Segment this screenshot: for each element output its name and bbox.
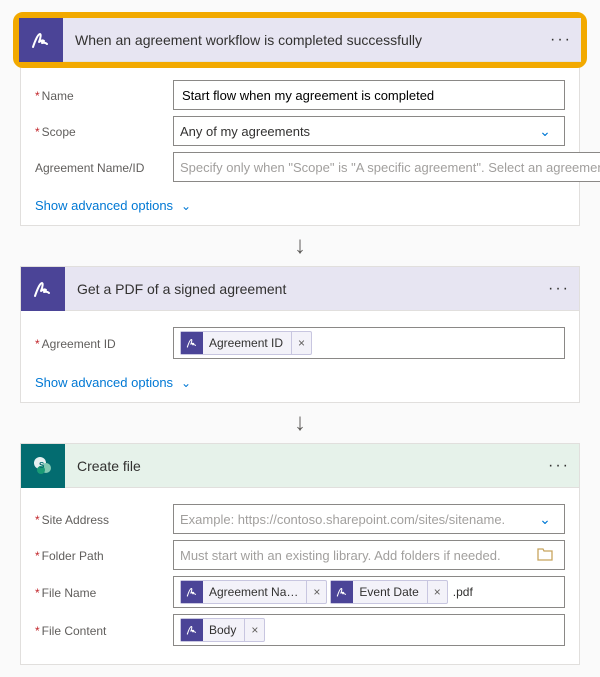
select-agreement[interactable]: Specify only when "Scope" is "A specific… bbox=[173, 152, 600, 182]
adobe-sign-icon bbox=[331, 581, 353, 603]
createfile-title: Create file bbox=[65, 458, 539, 474]
token-remove-button[interactable]: × bbox=[427, 581, 447, 603]
sharepoint-icon: S bbox=[21, 444, 65, 488]
label-folder-path: Folder Path bbox=[35, 547, 173, 563]
label-site-address: Site Address bbox=[35, 511, 173, 527]
adobe-sign-icon bbox=[21, 267, 65, 311]
trigger-card: When an agreement workflow is completed … bbox=[19, 18, 581, 62]
getpdf-advanced-toggle[interactable]: Show advanced options ⌄ bbox=[35, 375, 191, 390]
token-agreement-name[interactable]: Agreement Na… × bbox=[180, 580, 327, 604]
advanced-label: Show advanced options bbox=[35, 198, 173, 213]
site-placeholder: Example: https://contoso.sharepoint.com/… bbox=[180, 512, 532, 527]
token-label: Agreement Na… bbox=[209, 585, 302, 599]
adobe-sign-icon bbox=[181, 619, 203, 641]
chevron-down-icon: ⌄ bbox=[181, 199, 191, 213]
getpdf-card: Get a PDF of a signed agreement ··· Agre… bbox=[20, 266, 580, 403]
getpdf-title: Get a PDF of a signed agreement bbox=[65, 281, 539, 297]
row-file-content: File Content Body × bbox=[35, 614, 565, 646]
chevron-down-icon[interactable]: ⌄ bbox=[532, 511, 558, 528]
folder-placeholder: Must start with an existing library. Add… bbox=[180, 548, 532, 563]
token-agreement-id[interactable]: Agreement ID × bbox=[180, 331, 312, 355]
token-remove-button[interactable]: × bbox=[306, 581, 326, 603]
svg-text:S: S bbox=[39, 461, 45, 470]
label-file-name: File Name bbox=[35, 584, 173, 600]
flow-arrow-icon: ↓ bbox=[12, 234, 588, 258]
input-name[interactable] bbox=[173, 80, 565, 110]
label-scope: Scope bbox=[35, 123, 173, 139]
adobe-sign-icon bbox=[181, 581, 203, 603]
token-label: Event Date bbox=[359, 585, 422, 599]
row-file-name: File Name Agreement Na… × Event Date × .… bbox=[35, 576, 565, 608]
select-scope[interactable]: Any of my agreements ⌄ bbox=[173, 116, 565, 146]
getpdf-header[interactable]: Get a PDF of a signed agreement ··· bbox=[21, 267, 579, 311]
row-agreement: Agreement Name/ID Specify only when "Sco… bbox=[35, 152, 565, 182]
token-event-date[interactable]: Event Date × bbox=[330, 580, 447, 604]
trigger-more-button[interactable]: ··· bbox=[541, 31, 581, 49]
adobe-sign-icon bbox=[181, 332, 203, 354]
highlighted-trigger-wrap: When an agreement workflow is completed … bbox=[13, 12, 587, 68]
row-name: Name bbox=[35, 80, 565, 110]
flow-arrow-icon: ↓ bbox=[12, 411, 588, 435]
label-agreement-id: Agreement ID bbox=[35, 335, 173, 351]
row-scope: Scope Any of my agreements ⌄ bbox=[35, 116, 565, 146]
row-agreement-id: Agreement ID Agreement ID × bbox=[35, 327, 565, 359]
row-folder-path: Folder Path Must start with an existing … bbox=[35, 540, 565, 570]
token-label: Agreement ID bbox=[209, 336, 287, 350]
filename-suffix: .pdf bbox=[453, 585, 473, 599]
input-file-content[interactable]: Body × bbox=[173, 614, 565, 646]
input-folder-path[interactable]: Must start with an existing library. Add… bbox=[173, 540, 565, 570]
createfile-header[interactable]: S Create file ··· bbox=[21, 444, 579, 488]
createfile-card: S Create file ··· Site Address Example: … bbox=[20, 443, 580, 665]
agreement-placeholder: Specify only when "Scope" is "A specific… bbox=[180, 160, 600, 175]
token-remove-button[interactable]: × bbox=[244, 619, 264, 641]
input-name-text[interactable] bbox=[180, 87, 558, 104]
createfile-more-button[interactable]: ··· bbox=[539, 457, 579, 475]
input-agreement-id[interactable]: Agreement ID × bbox=[173, 327, 565, 359]
advanced-label: Show advanced options bbox=[35, 375, 173, 390]
adobe-sign-icon bbox=[19, 18, 63, 62]
label-name: Name bbox=[35, 87, 173, 103]
chevron-down-icon: ⌄ bbox=[181, 376, 191, 390]
trigger-advanced-toggle[interactable]: Show advanced options ⌄ bbox=[35, 198, 191, 213]
input-file-name[interactable]: Agreement Na… × Event Date × .pdf bbox=[173, 576, 565, 608]
getpdf-more-button[interactable]: ··· bbox=[539, 280, 579, 298]
trigger-header[interactable]: When an agreement workflow is completed … bbox=[19, 18, 581, 62]
label-file-content: File Content bbox=[35, 622, 173, 638]
chevron-down-icon[interactable]: ⌄ bbox=[532, 123, 558, 140]
folder-picker-icon[interactable] bbox=[532, 547, 558, 564]
token-body[interactable]: Body × bbox=[180, 618, 265, 642]
label-agreement: Agreement Name/ID bbox=[35, 159, 173, 175]
trigger-title: When an agreement workflow is completed … bbox=[63, 32, 541, 48]
token-remove-button[interactable]: × bbox=[291, 332, 311, 354]
row-site-address: Site Address Example: https://contoso.sh… bbox=[35, 504, 565, 534]
scope-value: Any of my agreements bbox=[180, 124, 532, 139]
select-site-address[interactable]: Example: https://contoso.sharepoint.com/… bbox=[173, 504, 565, 534]
token-label: Body bbox=[209, 623, 240, 637]
trigger-body-card: Name Scope Any of my agreements ⌄ Agreem… bbox=[20, 64, 580, 226]
